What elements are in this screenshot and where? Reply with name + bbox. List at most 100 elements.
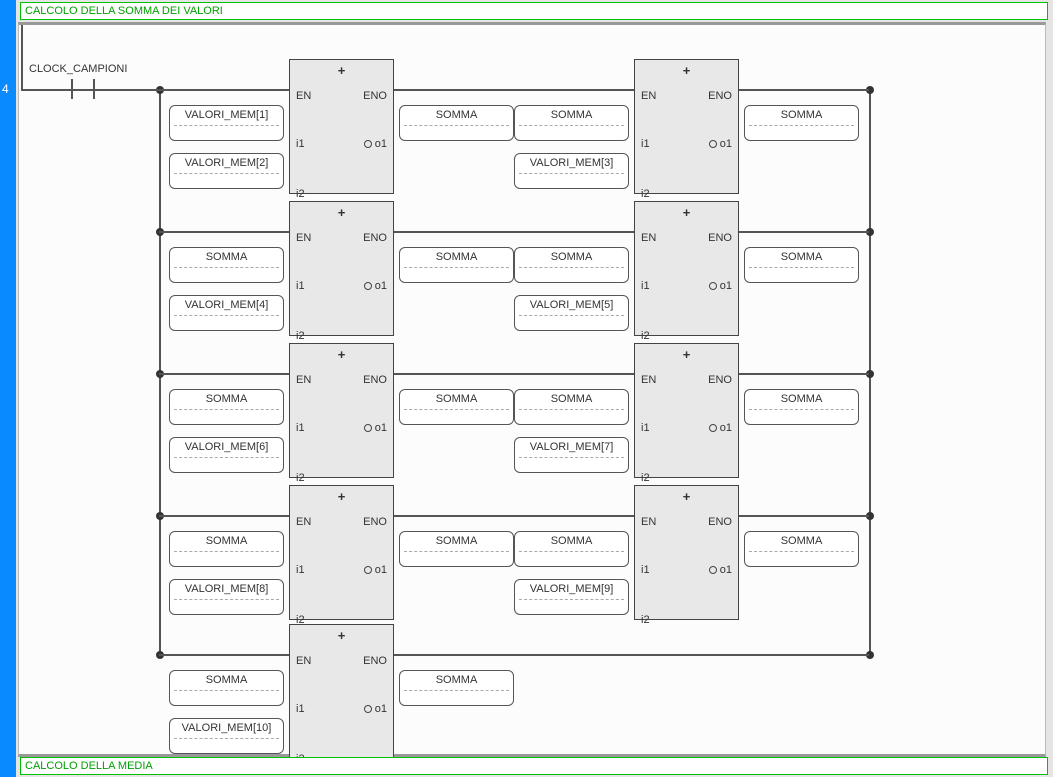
var-box[interactable]: SOMMA xyxy=(399,531,514,567)
var-text: SOMMA xyxy=(436,674,478,686)
var-box[interactable]: SOMMA xyxy=(399,670,514,706)
wire xyxy=(159,89,289,91)
var-box[interactable]: SOMMA xyxy=(514,531,629,567)
add-block[interactable]: + EN ENO i1 i2 o1 xyxy=(634,201,739,336)
pin-en: EN xyxy=(296,516,311,528)
var-text: VALORI_MEM[3] xyxy=(530,157,614,169)
add-block[interactable]: + EN ENO i1 i2 o1 xyxy=(289,343,394,478)
var-text: VALORI_MEM[9] xyxy=(530,583,614,595)
var-box[interactable]: VALORI_MEM[4] xyxy=(169,295,284,331)
var-text: VALORI_MEM[1] xyxy=(185,109,269,121)
var-box[interactable]: SOMMA xyxy=(514,389,629,425)
var-text: SOMMA xyxy=(206,251,248,263)
var-text: SOMMA xyxy=(436,109,478,121)
var-text: VALORI_MEM[4] xyxy=(185,299,269,311)
var-box[interactable]: VALORI_MEM[6] xyxy=(169,437,284,473)
var-text: SOMMA xyxy=(551,393,593,405)
var-box[interactable]: VALORI_MEM[5] xyxy=(514,295,629,331)
var-text: VALORI_MEM[6] xyxy=(185,441,269,453)
op-label: + xyxy=(635,63,738,78)
var-box[interactable]: SOMMA xyxy=(399,105,514,141)
var-box[interactable]: SOMMA xyxy=(169,670,284,706)
pin-o1: o1 xyxy=(364,564,387,576)
wire xyxy=(394,89,634,91)
var-box[interactable]: SOMMA xyxy=(169,389,284,425)
var-box[interactable]: VALORI_MEM[2] xyxy=(169,153,284,189)
add-block[interactable]: + EN ENO i1 i2 o1 xyxy=(634,485,739,620)
pin-o1: o1 xyxy=(364,138,387,150)
pin-i1: i1 xyxy=(296,564,305,576)
var-text: SOMMA xyxy=(781,535,823,547)
add-block[interactable]: + EN ENO i1 i2 o1 xyxy=(289,485,394,620)
var-box[interactable]: SOMMA xyxy=(514,105,629,141)
pin-en: EN xyxy=(296,90,311,102)
add-block[interactable]: + EN ENO i1 i2 o1 xyxy=(289,624,394,759)
add-block[interactable]: + EN ENO i1 i2 o1 xyxy=(634,59,739,194)
var-text: SOMMA xyxy=(436,251,478,263)
pin-en: EN xyxy=(296,655,311,667)
network-comment-top[interactable]: CALCOLO DELLA SOMMA DEI VALORI xyxy=(20,2,1048,20)
var-box[interactable]: VALORI_MEM[10] xyxy=(169,718,284,754)
wire xyxy=(739,231,869,233)
pin-eno: ENO xyxy=(363,90,387,102)
pin-eno: ENO xyxy=(363,374,387,386)
pin-i1: i1 xyxy=(296,422,305,434)
var-box[interactable]: SOMMA xyxy=(744,531,859,567)
var-box[interactable]: SOMMA xyxy=(744,247,859,283)
op-label: + xyxy=(290,489,393,504)
pin-i1: i1 xyxy=(296,280,305,292)
add-block[interactable]: + EN ENO i1 i2 o1 xyxy=(289,59,394,194)
network-canvas[interactable]: CLOCK_CAMPIONI + EN ENO i1 i2 o1 VALORI_… xyxy=(18,22,1046,757)
var-box[interactable]: VALORI_MEM[3] xyxy=(514,153,629,189)
var-text: SOMMA xyxy=(551,251,593,263)
var-text: VALORI_MEM[8] xyxy=(185,583,269,595)
var-box[interactable]: SOMMA xyxy=(169,531,284,567)
pin-i1: i1 xyxy=(641,138,650,150)
wire xyxy=(394,654,869,656)
op-label: + xyxy=(290,205,393,220)
var-text: VALORI_MEM[5] xyxy=(530,299,614,311)
pin-en: EN xyxy=(641,516,656,528)
var-box[interactable]: SOMMA xyxy=(514,247,629,283)
pin-i1: i1 xyxy=(296,138,305,150)
op-label: + xyxy=(635,489,738,504)
wire xyxy=(159,654,289,656)
var-box[interactable]: SOMMA xyxy=(169,247,284,283)
add-block[interactable]: + EN ENO i1 i2 o1 xyxy=(634,343,739,478)
network-comment-bottom[interactable]: CALCOLO DELLA MEDIA xyxy=(20,757,1048,775)
op-label: + xyxy=(290,63,393,78)
add-block[interactable]: + EN ENO i1 i2 o1 xyxy=(289,201,394,336)
wire xyxy=(394,373,634,375)
var-box[interactable]: VALORI_MEM[1] xyxy=(169,105,284,141)
pin-i1: i1 xyxy=(641,422,650,434)
var-box[interactable]: SOMMA xyxy=(399,247,514,283)
pin-o1: o1 xyxy=(709,564,732,576)
comment-text: CALCOLO DELLA SOMMA DEI VALORI xyxy=(25,5,223,17)
var-text: SOMMA xyxy=(781,393,823,405)
pin-i2: i2 xyxy=(641,188,650,200)
var-text: SOMMA xyxy=(436,535,478,547)
var-text: VALORI_MEM[2] xyxy=(185,157,269,169)
pin-o1: o1 xyxy=(364,422,387,434)
wire xyxy=(159,515,289,517)
pin-en: EN xyxy=(296,232,311,244)
var-box[interactable]: SOMMA xyxy=(399,389,514,425)
var-text: SOMMA xyxy=(206,535,248,547)
pin-eno: ENO xyxy=(363,232,387,244)
pin-i1: i1 xyxy=(641,564,650,576)
op-label: + xyxy=(290,347,393,362)
rung-sidebar: 4 xyxy=(0,0,16,777)
var-box[interactable]: SOMMA xyxy=(744,105,859,141)
pin-eno: ENO xyxy=(363,655,387,667)
var-box[interactable]: VALORI_MEM[7] xyxy=(514,437,629,473)
op-label: + xyxy=(635,347,738,362)
var-box[interactable]: VALORI_MEM[9] xyxy=(514,579,629,615)
pin-o1: o1 xyxy=(364,280,387,292)
left-rail xyxy=(21,25,23,89)
var-text: SOMMA xyxy=(781,251,823,263)
var-box[interactable]: SOMMA xyxy=(744,389,859,425)
pin-en: EN xyxy=(641,90,656,102)
var-box[interactable]: VALORI_MEM[8] xyxy=(169,579,284,615)
wire xyxy=(159,231,289,233)
var-text: SOMMA xyxy=(436,393,478,405)
